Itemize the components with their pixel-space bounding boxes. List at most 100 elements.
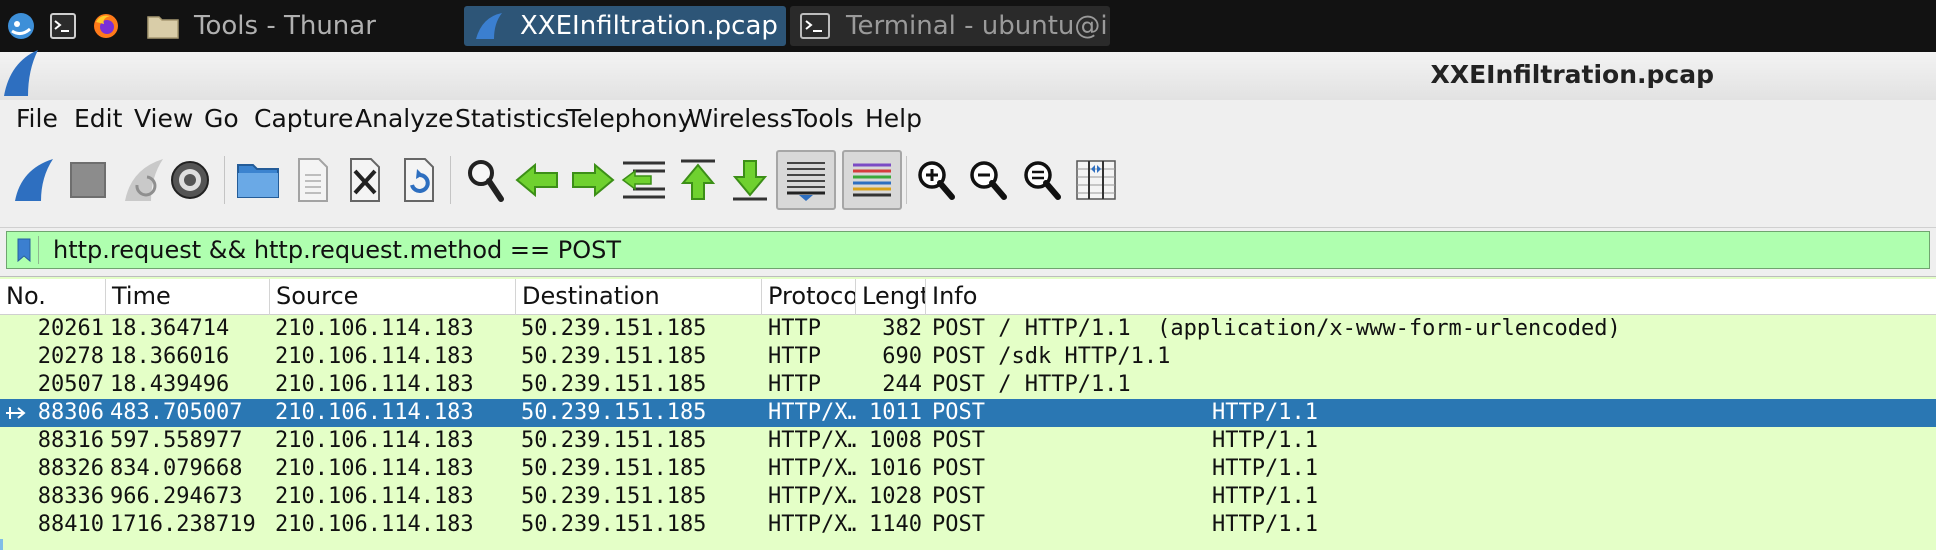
column-header-info[interactable]: Info [926, 279, 1936, 315]
find-packet-button[interactable] [456, 150, 516, 210]
packet-source: 210.106.114.183 [275, 456, 474, 481]
packet-source: 210.106.114.183 [275, 316, 474, 341]
packet-time: 483.705007 [110, 400, 243, 425]
packet-info-tail: HTTP/1.1 [1212, 400, 1318, 425]
packet-info-tail: HTTP/1.1 [1212, 456, 1318, 481]
stop-capture-icon [70, 162, 106, 198]
wireshark-icon [476, 13, 502, 39]
packet-info: POST HTTP/1.1 [932, 427, 1932, 455]
menu-view[interactable]: View [134, 104, 193, 133]
column-header-destination[interactable]: Destination [516, 279, 762, 315]
packet-info-text: POST [932, 400, 985, 425]
filter-bookmark-button[interactable] [11, 236, 39, 264]
menu-capture[interactable]: Capture [254, 104, 353, 133]
packet-row[interactable]: 88316 597.558977 210.106.114.183 50.239.… [0, 427, 1936, 455]
packet-row[interactable]: 20278 18.366016 210.106.114.183 50.239.1… [0, 343, 1936, 371]
zoom-in-button[interactable] [906, 150, 966, 210]
colorize-packets-button[interactable] [842, 150, 902, 210]
save-file-button[interactable] [282, 150, 342, 210]
packet-destination: 50.239.151.185 [521, 344, 707, 369]
close-file-icon [350, 158, 380, 202]
go-to-packet-button[interactable] [614, 150, 674, 210]
packet-protocol: HTTP [768, 372, 821, 397]
packet-source: 210.106.114.183 [275, 512, 474, 537]
capture-options-icon [171, 161, 209, 199]
menu-file[interactable]: File [16, 104, 58, 133]
packet-info: POST /sdk HTTP/1.1 [932, 343, 1932, 371]
packet-source: 210.106.114.183 [275, 484, 474, 509]
zoom-out-button[interactable] [958, 150, 1018, 210]
start-capture-button[interactable] [4, 150, 64, 210]
open-file-button[interactable] [228, 150, 288, 210]
packet-info: POST HTTP/1.1 [932, 483, 1932, 511]
normal-size-icon [1024, 161, 1061, 200]
menu-statistics[interactable]: Statistics [455, 104, 569, 133]
capture-options-button[interactable] [160, 150, 220, 210]
menu-edit[interactable]: Edit [74, 104, 122, 133]
taskbar-window-terminal[interactable]: Terminal - ubuntu@ip-1... [790, 6, 1110, 46]
packet-destination: 50.239.151.185 [521, 428, 707, 453]
packet-info: POST / HTTP/1.1 (application/x-www-form-… [932, 315, 1932, 343]
packet-source: 210.106.114.183 [275, 344, 474, 369]
window-titlebar[interactable]: XXEInfiltration.pcap [0, 50, 1936, 100]
column-header-length[interactable]: Length [856, 279, 926, 315]
packet-length: 382 [882, 316, 922, 341]
window-title: XXEInfiltration.pcap [1430, 60, 1714, 89]
column-header-source[interactable]: Source [270, 279, 516, 315]
menubar: File Edit View Go Capture Analyze Statis… [0, 100, 1936, 140]
menu-wireless[interactable]: Wireless [688, 104, 793, 133]
column-header-protocol[interactable]: Protocol [762, 279, 856, 315]
menu-help[interactable]: Help [865, 104, 922, 133]
packet-info-text: POST [932, 512, 985, 537]
packet-info: POST HTTP/1.1 [932, 511, 1932, 539]
packet-list[interactable]: No. Time Source Destination Protocol Len… [0, 276, 1936, 550]
display-filter-input[interactable] [53, 233, 1913, 267]
reload-file-button[interactable] [388, 150, 448, 210]
resize-columns-button[interactable] [1066, 150, 1126, 210]
stop-capture-button[interactable] [58, 150, 118, 210]
packet-info: POST HTTP/1.1 [932, 455, 1932, 483]
taskbar-window-wireshark[interactable]: XXEInfiltration.pcap [464, 6, 786, 46]
packet-info-text: POST / HTTP/1.1 (application/x-www-form-… [932, 316, 1621, 341]
menu-go[interactable]: Go [204, 104, 239, 133]
zoom-out-icon [970, 161, 1007, 200]
go-forward-button[interactable] [562, 150, 622, 210]
zoom-in-icon [918, 161, 955, 200]
find-packet-icon [468, 160, 504, 202]
packet-no: 88336 [37, 484, 104, 509]
go-first-packet-button[interactable] [668, 150, 728, 210]
packet-row[interactable]: 20507 18.439496 210.106.114.183 50.239.1… [0, 371, 1936, 399]
packet-info: POST HTTP/1.1 [932, 399, 1932, 427]
firefox-icon [94, 14, 118, 38]
packet-row[interactable]: 88336 966.294673 210.106.114.183 50.239.… [0, 483, 1936, 511]
packet-row[interactable]: 20261 18.364714 210.106.114.183 50.239.1… [0, 315, 1936, 343]
column-header-time[interactable]: Time [106, 279, 270, 315]
packet-list-header: No. Time Source Destination Protocol Len… [0, 279, 1936, 315]
firefox-launcher[interactable] [92, 6, 122, 46]
taskbar-window-label: Tools - Thunar [194, 11, 376, 41]
go-back-icon [515, 162, 558, 198]
close-file-button[interactable] [334, 150, 394, 210]
packet-protocol: HTTP/X… [768, 484, 856, 509]
toolbar-separator [450, 156, 451, 204]
packet-row-selected[interactable]: 88306 483.705007 210.106.114.183 50.239.… [0, 399, 1936, 427]
menu-analyze[interactable]: Analyze [355, 104, 454, 133]
packet-no: 88316 [37, 428, 104, 453]
go-back-button[interactable] [508, 150, 568, 210]
packet-no: 20278 [37, 344, 104, 369]
column-header-no[interactable]: No. [0, 279, 106, 315]
packet-row[interactable]: 88326 834.079668 210.106.114.183 50.239.… [0, 455, 1936, 483]
packet-row[interactable]: 88410 1716.238719 210.106.114.183 50.239… [0, 511, 1936, 539]
normal-size-button[interactable] [1012, 150, 1072, 210]
packet-destination: 50.239.151.185 [521, 316, 707, 341]
app-menu-button[interactable] [6, 6, 38, 46]
bookmark-icon [17, 238, 31, 263]
terminal-launcher[interactable] [50, 6, 80, 46]
folder-icon [147, 16, 179, 39]
autoscroll-button[interactable] [776, 150, 836, 210]
menu-telephony[interactable]: Telephony [566, 104, 692, 133]
packet-info-text: POST [932, 456, 985, 481]
taskbar-window-thunar[interactable]: Tools - Thunar [138, 6, 458, 46]
go-last-packet-button[interactable] [720, 150, 780, 210]
menu-tools[interactable]: Tools [792, 104, 854, 133]
